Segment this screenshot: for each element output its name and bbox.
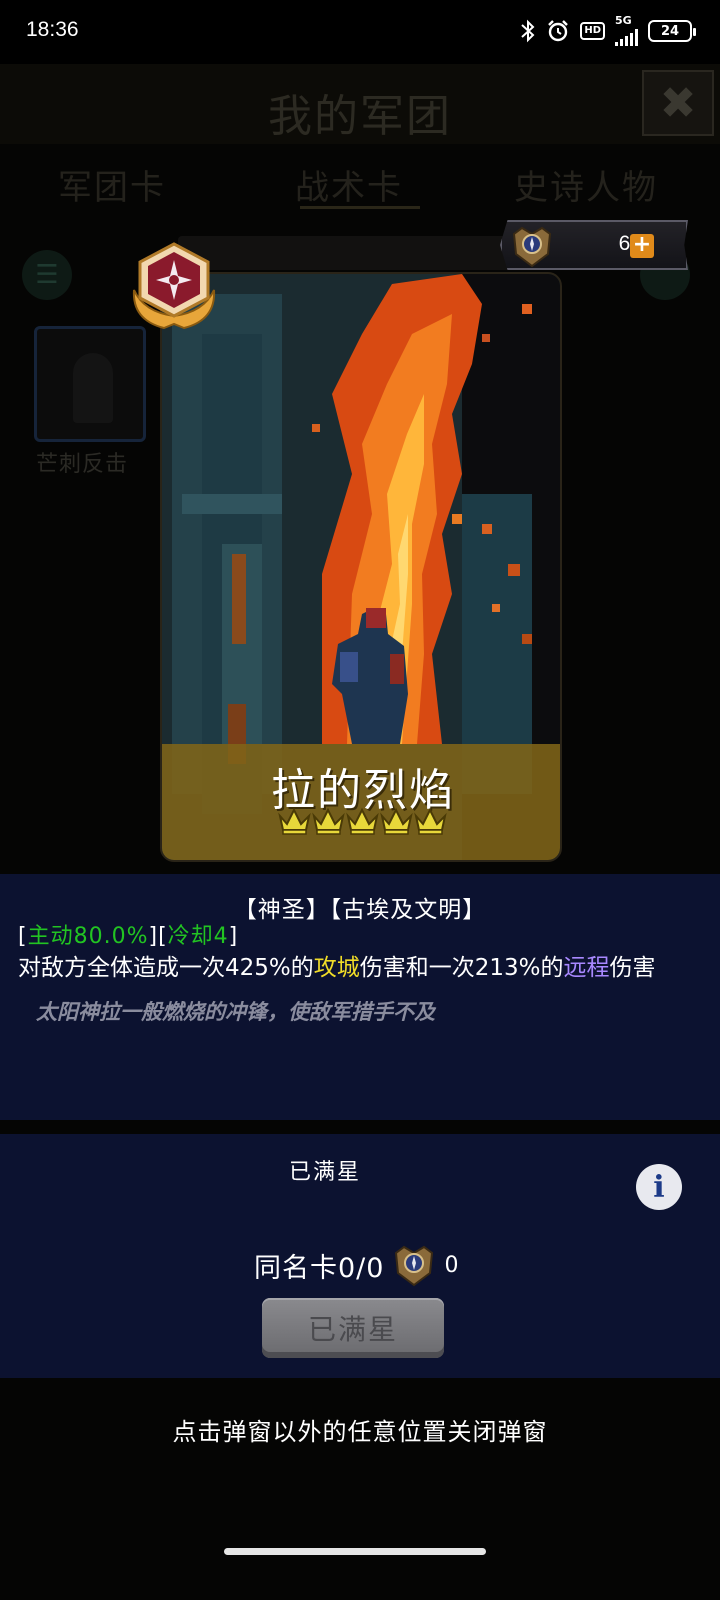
card-top-bar [178, 236, 548, 270]
currency-chip: 62 + [500, 220, 688, 270]
card-description-panel: 【神圣】【古埃及文明】 [主动80.0%][冷却4] 对敌方全体造成一次425%… [0, 874, 720, 1120]
alarm-icon [546, 19, 570, 43]
home-indicator[interactable] [224, 1548, 486, 1555]
battery-icon: 24 [648, 20, 696, 42]
close-button[interactable]: ✖ [642, 70, 714, 136]
card-frame: 拉的烈焰 [160, 272, 562, 862]
damage-type-ranged: 远程 [563, 955, 610, 981]
active-chance: 主动80.0% [27, 924, 149, 949]
currency-emblem-icon [395, 1245, 434, 1287]
info-button[interactable]: i [636, 1164, 682, 1210]
list-icon: ☰ [35, 260, 59, 290]
status-time: 18:36 [26, 18, 79, 41]
card-effect: 对敌方全体造成一次425%的攻城伤害和一次213%的远程伤害 [18, 948, 656, 982]
duplicate-card-label: 同名卡0/0 [254, 1252, 385, 1284]
star-upgrade-panel: 已满星 i 同名卡0/0 0 已满星 [0, 1134, 720, 1378]
crown-icon [380, 807, 413, 835]
add-currency-button[interactable]: + [630, 234, 654, 258]
status-bar: 18:36 HD 5G 24 [0, 0, 720, 64]
crown-icon [414, 807, 447, 835]
cooldown: 冷却4 [167, 924, 229, 949]
crown-icon [346, 807, 379, 835]
currency-emblem-icon [512, 226, 552, 268]
card-flavor-text: 太阳神拉一般燃烧的冲锋，使敌军措手不及 [36, 1000, 435, 1024]
status-icons: HD 5G 24 [520, 14, 696, 46]
damage-type-siege: 攻城 [313, 955, 360, 981]
card-thumbnail[interactable] [34, 326, 146, 442]
card-star-rating [278, 806, 447, 836]
close-icon: ✖ [659, 77, 697, 129]
duplicate-cost: 0 [444, 1252, 459, 1278]
tab-epic-heroes[interactable]: 史诗人物 [514, 160, 658, 209]
bracket: ][ [148, 924, 168, 949]
card-stats: [主动80.0%][冷却4] [18, 918, 238, 950]
card-thumbnail-label: 芒刺反击 [36, 452, 129, 477]
duplicate-card-row: 同名卡0/0 0 [254, 1240, 458, 1290]
effect-text: 伤害和一次213%的 [359, 955, 564, 981]
star-status-title: 已满星 [288, 1160, 361, 1185]
effect-text: 对敌方全体造成一次425%的 [18, 955, 314, 981]
battery-level: 24 [660, 23, 680, 39]
bracket: ] [228, 924, 239, 949]
hd-badge: HD [580, 22, 605, 40]
list-view-button[interactable]: ☰ [22, 250, 72, 300]
active-tab-indicator [300, 206, 420, 209]
bluetooth-icon [520, 19, 536, 43]
tab-legion-cards[interactable]: 军团卡 [58, 160, 166, 209]
crown-icon [278, 807, 311, 835]
card-name-bar: 拉的烈焰 [162, 744, 560, 860]
info-icon: i [653, 1169, 665, 1205]
max-star-button[interactable]: 已满星 [262, 1298, 444, 1358]
bracket: [ [18, 924, 28, 949]
close-popup-hint[interactable]: 点击弹窗以外的任意位置关闭弹窗 [0, 1412, 720, 1447]
rank-badge-icon [132, 242, 216, 330]
effect-text: 伤害 [609, 955, 656, 981]
crown-icon [312, 807, 345, 835]
tab-bar: 军团卡 战术卡 史诗人物 [0, 152, 720, 222]
network-type: 5G [615, 14, 632, 27]
tab-tactic-cards[interactable]: 战术卡 [295, 160, 403, 209]
background-header: 我的军团 ✖ [0, 64, 720, 144]
page-title: 我的军团 [268, 91, 452, 142]
signal-icon: 5G [615, 14, 638, 46]
